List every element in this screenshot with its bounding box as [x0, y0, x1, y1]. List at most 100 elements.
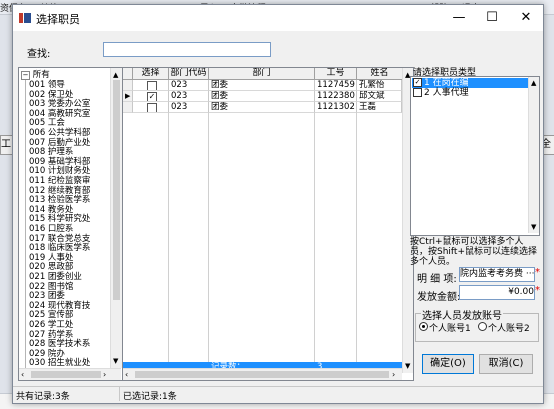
grid-horizontal-scrollbar[interactable]: ‹ ›	[123, 368, 402, 380]
scroll-thumb-h[interactable]	[31, 371, 101, 378]
row-indicator	[123, 80, 133, 91]
search-input[interactable]	[103, 42, 271, 57]
scroll-left-icon[interactable]: ‹	[21, 370, 24, 379]
col-header-dept-code[interactable]: 部门代码	[169, 68, 209, 80]
tree-item[interactable]: 003 党委办公室	[29, 99, 90, 109]
collapse-icon[interactable]: −	[21, 71, 30, 80]
status-divider	[13, 386, 543, 387]
select-checkbox[interactable]	[147, 81, 157, 90]
col-header-select[interactable]: 选择	[133, 68, 169, 80]
col-header-staff-id[interactable]: 工号	[315, 68, 357, 80]
tree-item[interactable]: 015 科学研究处	[29, 214, 90, 224]
scroll-thumb[interactable]	[113, 80, 120, 300]
table-row[interactable]: 023 团委 1127459 孔繁怡	[123, 80, 402, 91]
scroll-right-icon[interactable]: ›	[103, 370, 106, 379]
selection-hint: 按Ctrl+鼠标可以选择多个人员，按Shift+鼠标可以连续选择多个人员。	[410, 237, 537, 267]
detail-label: 明 细 项:	[417, 274, 457, 285]
staff-type-list[interactable]: ✓ 1 在岗在编 2 人事代理 ▲ ▼	[410, 76, 540, 236]
tree-item[interactable]: 023 团委	[29, 291, 65, 301]
tree-item[interactable]: 013 检验医学系	[29, 195, 90, 205]
account-radio-1[interactable]	[419, 322, 428, 331]
account-radio-2[interactable]	[478, 322, 487, 331]
tree-item[interactable]: 011 纪检监察审	[29, 176, 90, 186]
tree-item[interactable]: 028 医学技术系	[29, 339, 90, 349]
ok-button[interactable]: 确定(O)	[422, 354, 474, 374]
status-selected: 已选记录:1条	[123, 392, 177, 402]
table-row[interactable]: ▶ ✓ 023 团委 1122380 邱文斌	[123, 91, 402, 102]
tree-item[interactable]: 018 临床医学系	[29, 243, 90, 253]
col-header-dept[interactable]: 部门	[209, 68, 315, 80]
app-icon	[19, 13, 31, 23]
amount-field[interactable]: ¥0.00	[459, 285, 535, 300]
staff-id-cell: 1122380	[315, 91, 357, 102]
scroll-down-icon[interactable]: ▼	[531, 223, 536, 231]
dept-code-cell: 023	[169, 91, 209, 102]
select-cell[interactable]	[133, 102, 169, 113]
tree-item[interactable]: 006 公共学科部	[29, 128, 90, 138]
dept-code-cell: 023	[169, 80, 209, 91]
tree-item[interactable]: 008 护理系	[29, 147, 73, 157]
scroll-down-icon[interactable]: ▼	[405, 362, 410, 370]
account-option-1[interactable]: 个人账号1	[429, 321, 471, 334]
tree-item[interactable]: 010 计划财务处	[29, 166, 90, 176]
staff-type-item[interactable]: 2 人事代理	[413, 88, 469, 98]
maximize-button[interactable]: ☐	[482, 9, 502, 27]
minimize-button[interactable]: —	[449, 9, 469, 27]
detail-field[interactable]: 院内监考考务费 ···	[459, 267, 535, 282]
row-indicator	[123, 102, 133, 113]
grid-corner	[123, 68, 133, 80]
tree-root[interactable]: − 所有	[21, 70, 50, 80]
grid-column-line	[356, 113, 357, 362]
select-cell[interactable]	[133, 80, 169, 91]
dept-code-cell: 023	[169, 102, 209, 113]
select-checkbox[interactable]: ✓	[147, 92, 157, 101]
staff-type-checkbox[interactable]	[413, 88, 422, 97]
close-button[interactable]: ✕	[516, 9, 536, 27]
tree-item[interactable]: 001 领导	[29, 80, 65, 90]
dept-cell: 团委	[209, 80, 315, 91]
scroll-down-icon[interactable]: ▼	[113, 357, 118, 365]
tree-vertical-scrollbar[interactable]: ▲ ▼	[110, 68, 122, 368]
required-star: *	[535, 267, 540, 278]
scroll-right-icon[interactable]: ›	[392, 370, 395, 379]
grid-column-line	[168, 113, 169, 362]
row-indicator: ▶	[123, 91, 133, 102]
account-option-2[interactable]: 个人账号2	[488, 321, 530, 334]
tree-item[interactable]: 021 团委创业	[29, 272, 82, 282]
scroll-left-icon[interactable]: ‹	[125, 370, 128, 379]
staff-id-cell: 1121302	[315, 102, 357, 113]
staff-grid[interactable]: 选择 部门代码 部门 工号 姓名 023 团委 1127459 孔繁怡 ▶ ✓ 023 团委 1…	[122, 67, 414, 381]
required-star: *	[535, 285, 540, 296]
scroll-up-icon[interactable]: ▲	[113, 71, 118, 79]
scroll-thumb-h[interactable]	[135, 371, 389, 378]
select-cell[interactable]: ✓	[133, 91, 169, 102]
dept-cell: 团委	[209, 102, 315, 113]
department-tree[interactable]: − 所有 001 领导 002 保卫处 003 党委办公室 004 高教研究室 005 …	[18, 67, 123, 381]
tree-item[interactable]: 005 工会	[29, 118, 65, 128]
tree-line	[25, 80, 26, 370]
staff-id-cell: 1127459	[315, 80, 357, 91]
cancel-button[interactable]: 取消(C)	[479, 354, 533, 374]
tree-item[interactable]: 016 口腔系	[29, 224, 73, 234]
tree-item[interactable]: 020 思政部	[29, 262, 73, 272]
staff-type-checkbox[interactable]: ✓	[413, 78, 422, 87]
account-group-title: 选择人员发放账号	[421, 307, 503, 322]
title-bar: 选择职员 — ☐ ✕	[13, 5, 543, 31]
search-label: 查找:	[27, 49, 51, 60]
grid-column-line	[314, 113, 315, 362]
tree-horizontal-scrollbar[interactable]: ‹ ›	[19, 368, 121, 380]
staff-type-item[interactable]: ✓ 1 在岗在编	[413, 78, 469, 88]
scroll-up-icon[interactable]: ▲	[531, 79, 536, 87]
tree-item[interactable]: 030 招生就业处	[29, 358, 90, 368]
type-scrollbar[interactable]: ▲ ▼	[528, 77, 539, 233]
tree-item[interactable]: 026 学工处	[29, 320, 73, 330]
select-checkbox[interactable]	[147, 103, 157, 112]
tree-item[interactable]: 025 宣传部	[29, 310, 73, 320]
dept-cell: 团委	[209, 91, 315, 102]
name-cell: 邱文斌	[357, 91, 402, 102]
tree-root-label: 所有	[32, 70, 50, 80]
radio-dot	[422, 325, 425, 328]
col-header-name[interactable]: 姓名	[357, 68, 403, 80]
amount-label: 发放金额:	[417, 292, 461, 303]
table-row[interactable]: 023 团委 1121302 王磊	[123, 102, 402, 113]
